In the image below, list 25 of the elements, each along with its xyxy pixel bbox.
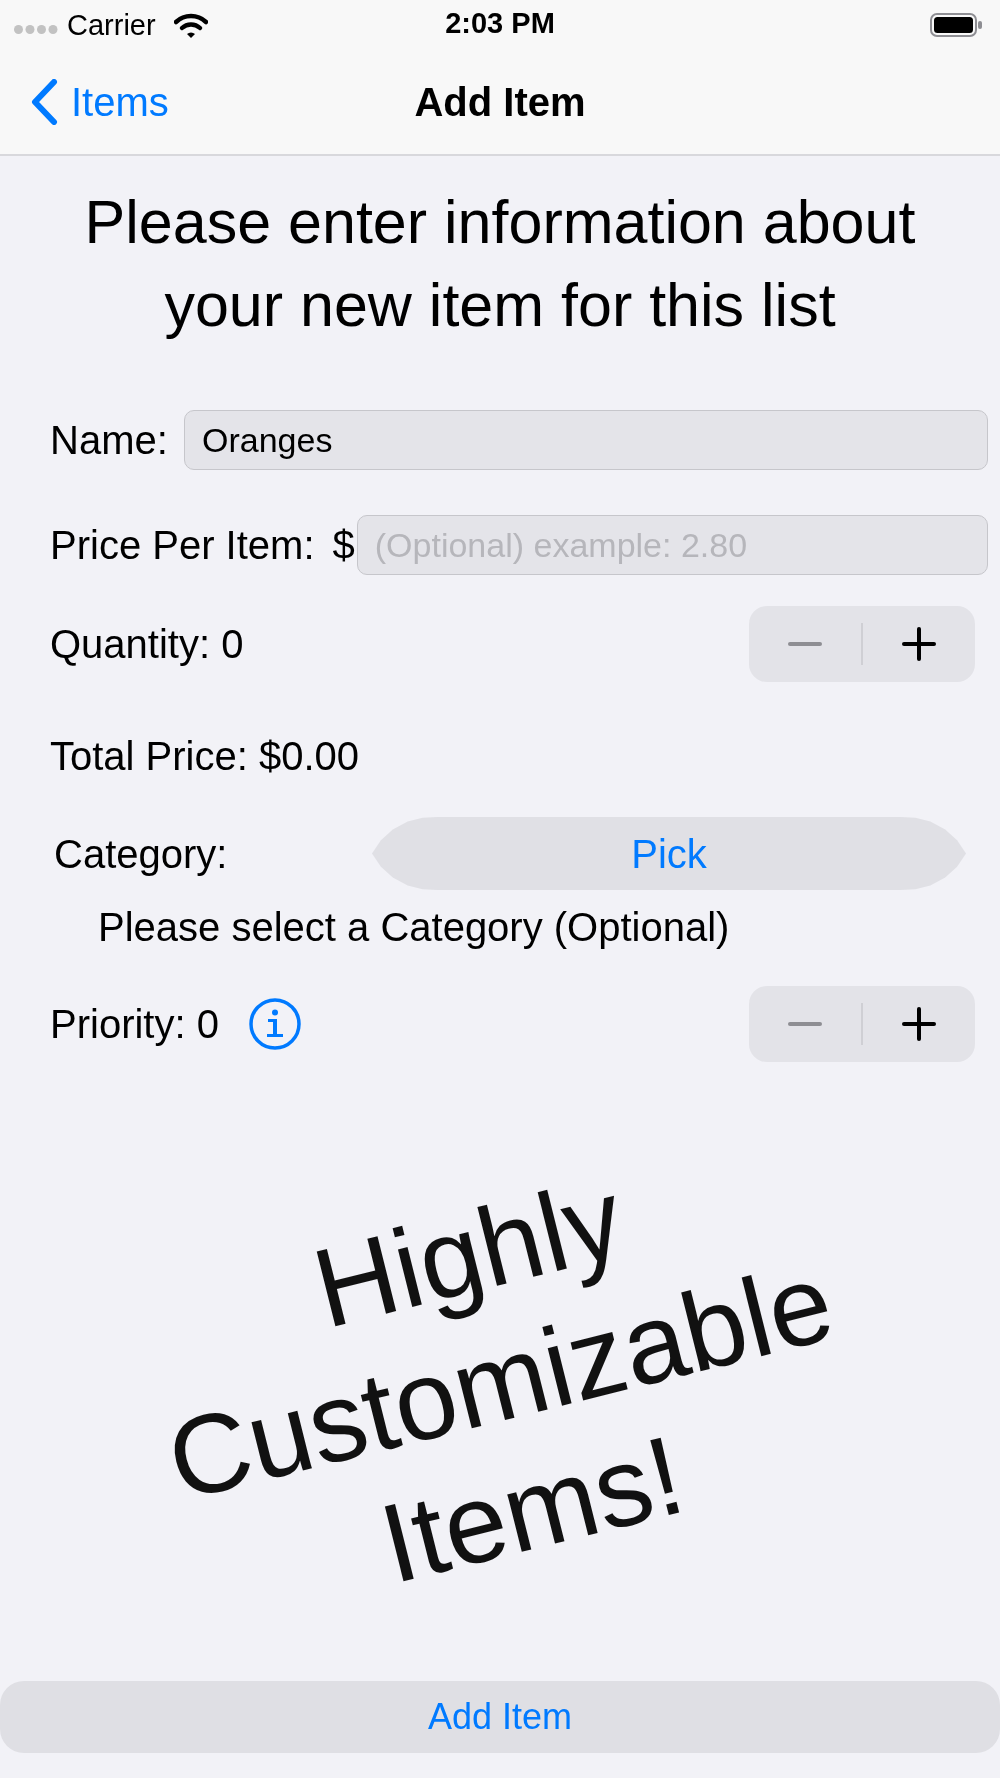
status-time: 2:03 PM bbox=[445, 6, 555, 40]
carrier-name: Carrier bbox=[67, 8, 156, 42]
category-label: Category: bbox=[54, 830, 229, 878]
form-heading: Please enter information about your new item for this list bbox=[83, 187, 917, 341]
back-button[interactable]: Items bbox=[30, 78, 169, 126]
name-label: Name: bbox=[50, 417, 169, 464]
minus-icon bbox=[788, 642, 822, 646]
signal-icon bbox=[14, 24, 58, 34]
quantity-label: Quantity: 0 bbox=[50, 621, 244, 668]
name-field[interactable]: Oranges bbox=[184, 410, 988, 470]
pick-button[interactable]: Pick bbox=[372, 817, 966, 890]
minus-icon bbox=[788, 1021, 822, 1026]
total-price: Total Price: $0.00 bbox=[50, 733, 360, 780]
currency-symbol: $ bbox=[332, 522, 355, 569]
nav-title: Add Item bbox=[414, 79, 586, 126]
battery-icon bbox=[930, 13, 982, 37]
price-label: Price Per Item: bbox=[50, 522, 315, 569]
info-icon[interactable] bbox=[248, 997, 301, 1050]
wifi-icon bbox=[173, 12, 208, 38]
plus-icon bbox=[902, 1006, 936, 1041]
priority-label: Priority: 0 bbox=[50, 1000, 219, 1048]
plus-icon bbox=[902, 627, 936, 661]
chevron-left-icon bbox=[30, 79, 58, 125]
category-hint: Please select a Category (Optional) bbox=[98, 904, 730, 951]
add-item-button[interactable]: Add Item bbox=[0, 1681, 1000, 1753]
